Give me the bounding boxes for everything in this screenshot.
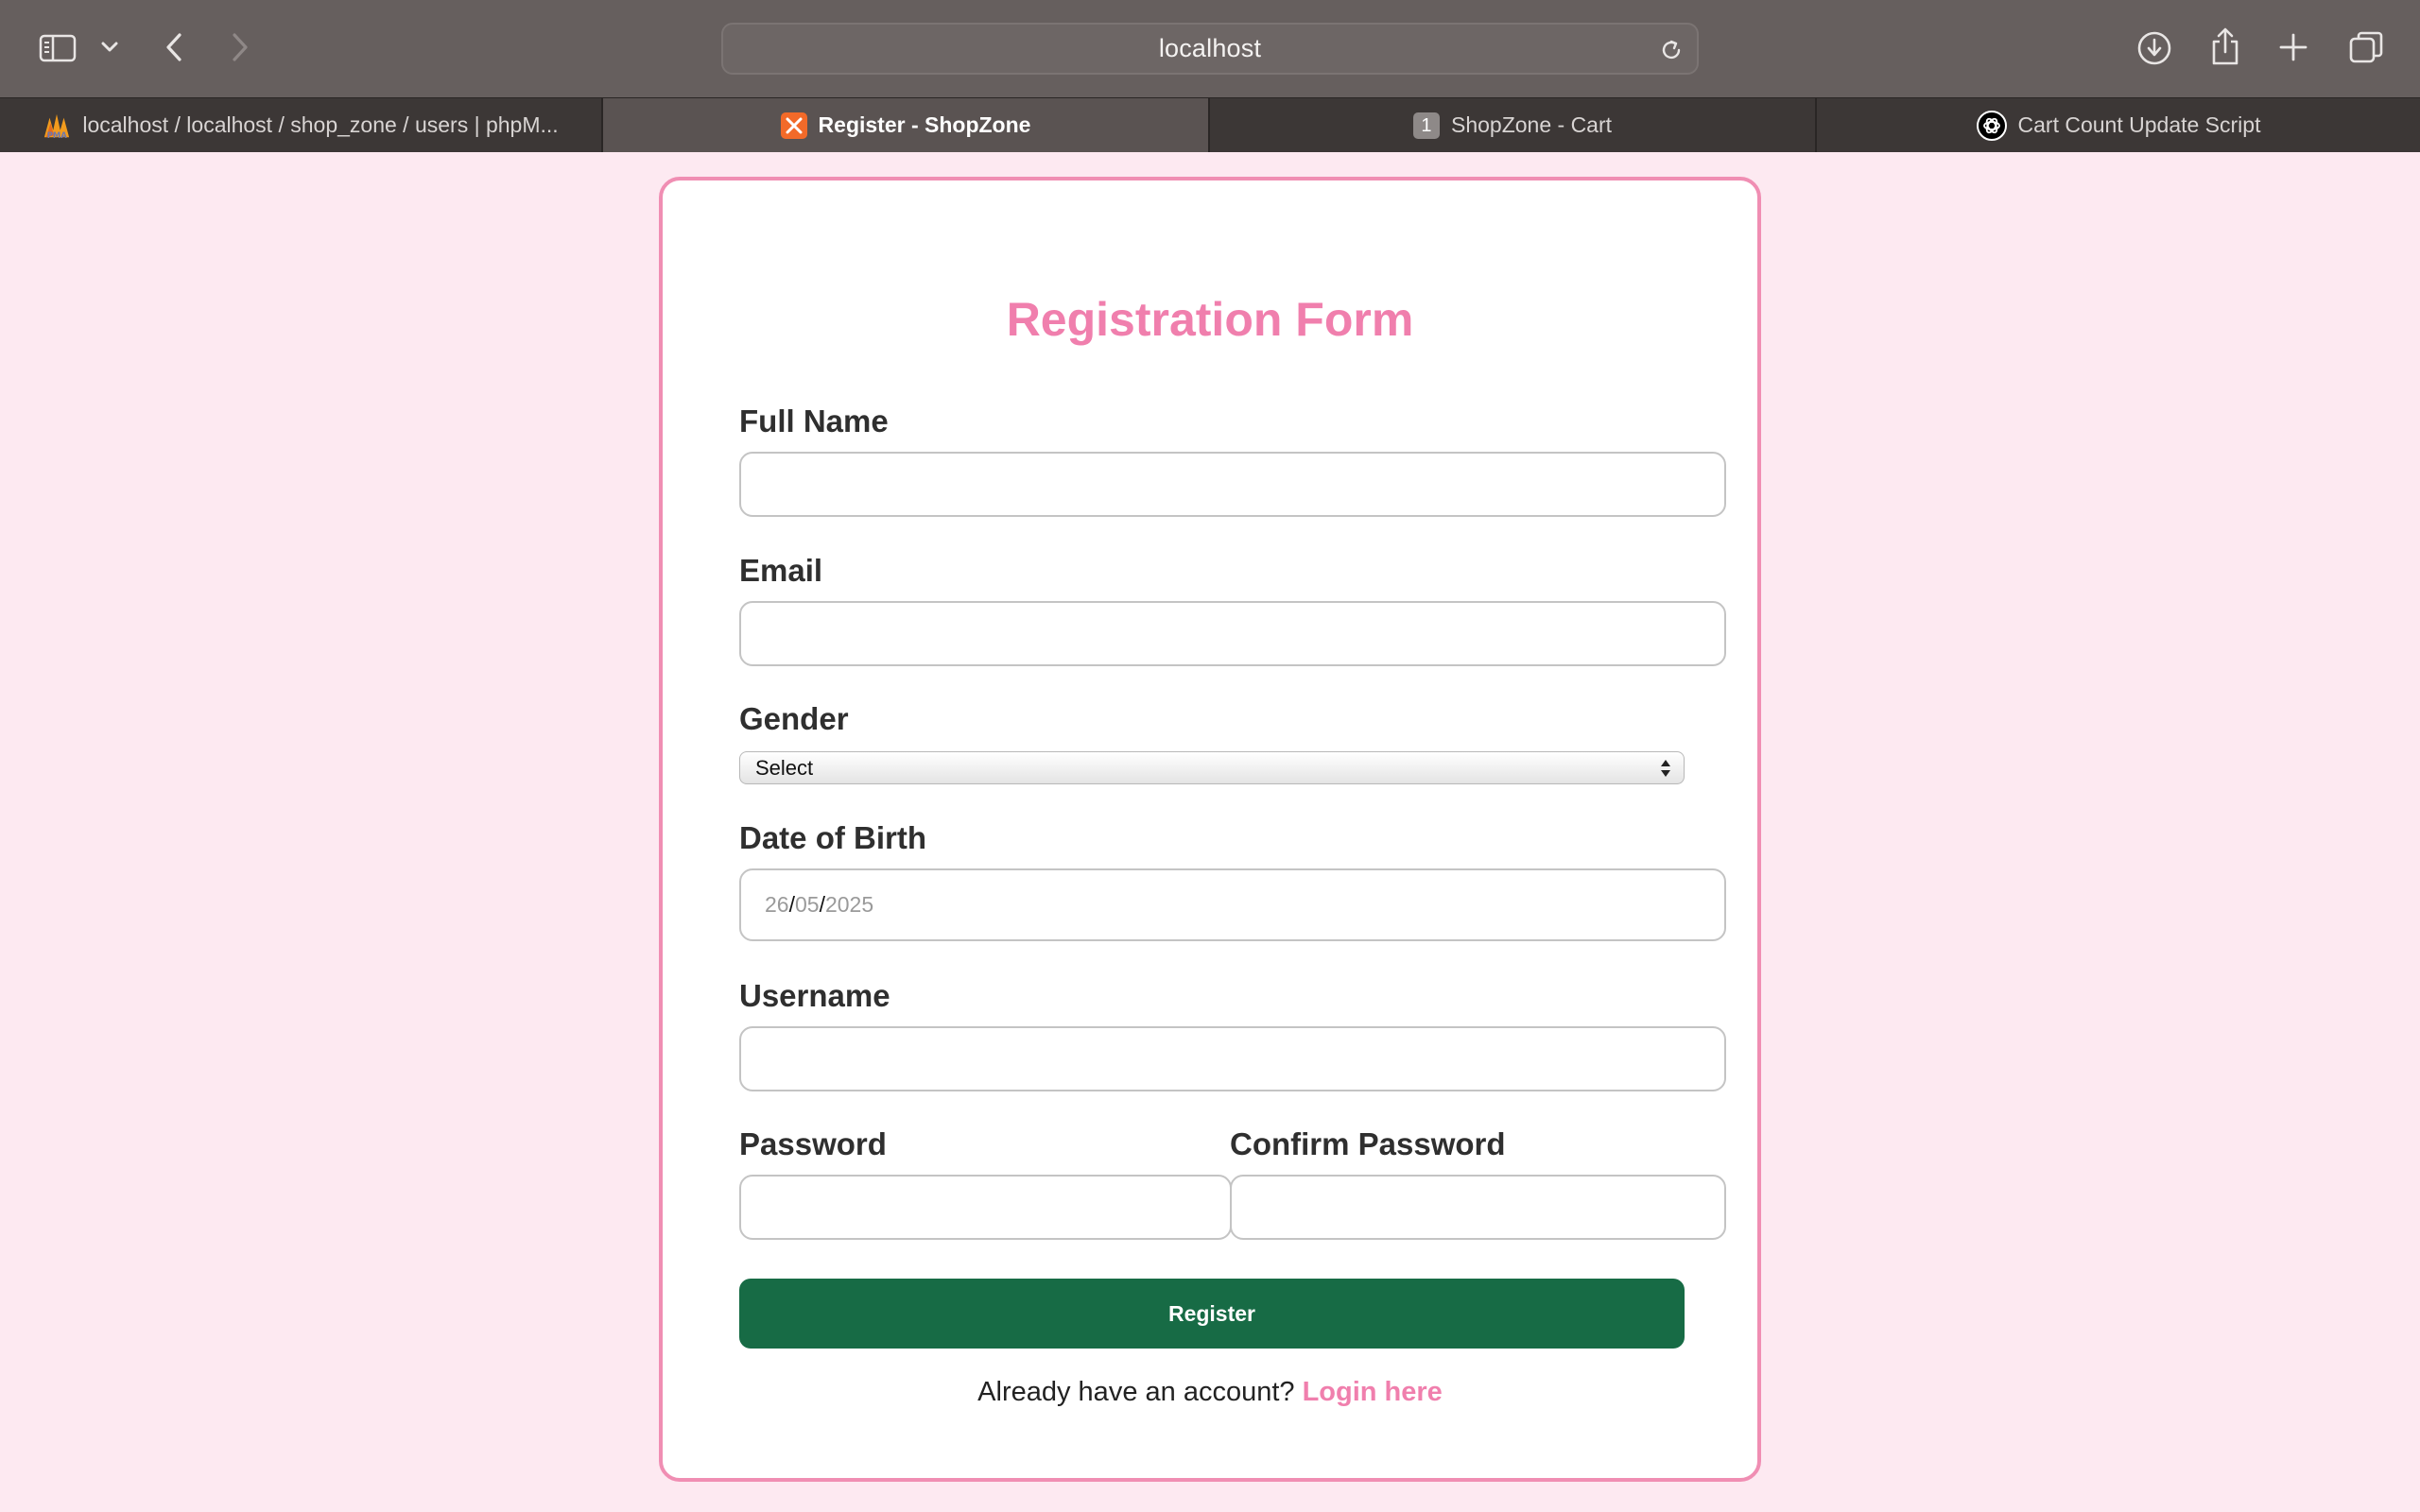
address-bar[interactable]: localhost — [721, 23, 1699, 75]
password-input[interactable] — [739, 1175, 1232, 1240]
plus-icon — [2279, 33, 2308, 61]
gender-label: Gender — [739, 701, 849, 736]
full-name-input[interactable] — [739, 452, 1726, 517]
dob-day[interactable]: 26 — [765, 892, 789, 918]
username-input[interactable] — [739, 1026, 1726, 1091]
email-label: Email — [739, 553, 823, 588]
tab-register-shopzone[interactable]: Register - ShopZone — [603, 98, 1210, 152]
dob-input[interactable]: 26/05/2025 — [739, 868, 1726, 941]
gender-select[interactable]: Select — [739, 751, 1685, 784]
tab-group-dropdown-button[interactable] — [98, 36, 121, 59]
form-title: Registration Form — [1006, 293, 1414, 346]
confirm-password-input[interactable] — [1230, 1175, 1726, 1240]
tab-label: Register - ShopZone — [818, 112, 1031, 137]
forward-button[interactable] — [225, 30, 255, 64]
tab-shopzone-cart[interactable]: 1 ShopZone - Cart — [1210, 98, 1817, 152]
download-icon — [2137, 31, 2171, 65]
tab-bar: PMA localhost / localhost / shop_zone / … — [0, 97, 2420, 152]
username-label: Username — [739, 978, 890, 1013]
tab-overview-icon — [2349, 31, 2383, 63]
share-button[interactable] — [2206, 25, 2244, 68]
tab-overview-button[interactable] — [2346, 28, 2386, 66]
gender-selected-value: Select — [755, 755, 814, 780]
new-tab-button[interactable] — [2276, 30, 2310, 64]
downloads-button[interactable] — [2135, 28, 2174, 68]
phpmyadmin-icon: PMA — [43, 112, 71, 140]
svg-text:PMA: PMA — [47, 130, 68, 140]
chevron-right-icon — [233, 33, 248, 61]
share-icon — [2212, 27, 2238, 65]
xampp-icon — [780, 112, 807, 139]
email-input[interactable] — [739, 601, 1726, 666]
select-arrows-icon — [1661, 760, 1670, 777]
dob-month[interactable]: 05 — [795, 892, 820, 918]
sidebar-icon — [39, 34, 77, 62]
tab-number-icon: 1 — [1412, 112, 1440, 139]
dob-year[interactable]: 2025 — [825, 892, 873, 918]
tab-label: localhost / localhost / shop_zone / user… — [82, 112, 559, 137]
dob-label: Date of Birth — [739, 820, 926, 855]
chevron-left-icon — [166, 33, 182, 61]
tab-label: ShopZone - Cart — [1450, 112, 1613, 137]
tab-cart-count-script[interactable]: Cart Count Update Script — [1817, 98, 2420, 152]
back-button[interactable] — [159, 30, 189, 64]
registration-card: Registration Form Full Name Email Gender… — [659, 177, 1761, 1482]
tab-phpmyadmin[interactable]: PMA localhost / localhost / shop_zone / … — [0, 98, 603, 152]
chatgpt-icon — [1976, 110, 2007, 141]
confirm-password-label: Confirm Password — [1230, 1126, 1506, 1161]
login-prompt-line: Already have an account? Login here — [663, 1377, 1757, 1408]
register-button[interactable]: Register — [739, 1279, 1685, 1349]
chevron-down-icon — [101, 42, 118, 52]
login-prompt-text: Already have an account? — [977, 1377, 1295, 1407]
password-label: Password — [739, 1126, 887, 1161]
sidebar-toggle-button[interactable] — [36, 31, 79, 65]
tab-label: Cart Count Update Script — [2017, 112, 2261, 137]
full-name-label: Full Name — [739, 404, 889, 438]
reload-icon[interactable] — [1657, 36, 1685, 64]
login-link[interactable]: Login here — [1303, 1377, 1443, 1407]
address-text: localhost — [1158, 34, 1262, 62]
browser-toolbar: localhost — [0, 0, 2420, 97]
